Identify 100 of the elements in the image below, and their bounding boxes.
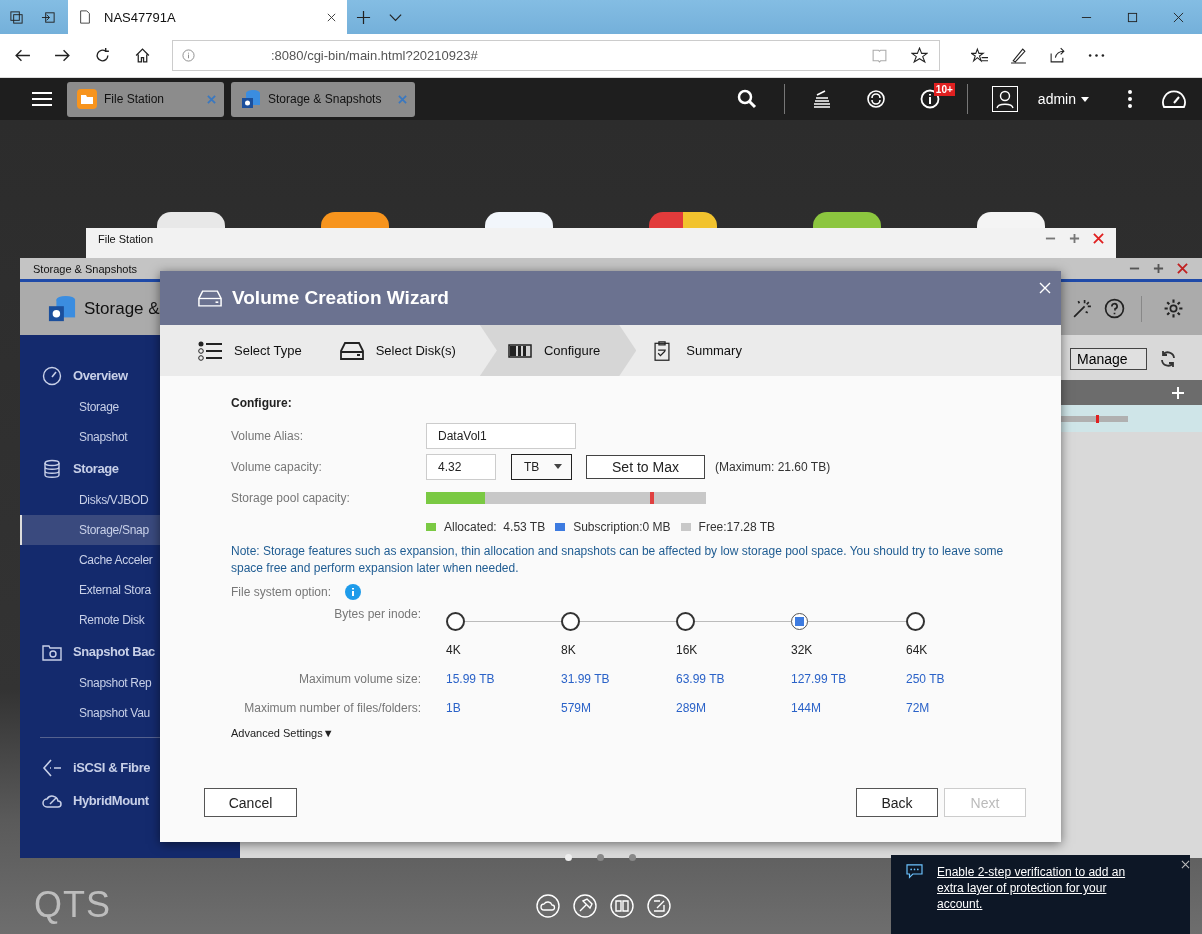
field-label: Maximum number of files/folders: [243,700,422,715]
menu-icon[interactable] [32,91,52,107]
wizard-step: Summary [636,325,766,376]
tab-title: NAS47791A [104,9,177,25]
app-tab[interactable]: Storage & Snapshots [231,81,415,117]
max-files-value: 144M [791,700,823,715]
inode-size-label: 4K [446,642,462,657]
window-title: File Station [98,232,154,245]
list-icon [198,340,222,361]
tabs-icon[interactable] [9,9,24,25]
app-title: Storage & [84,298,160,319]
advanced-settings-link[interactable]: Advanced Settings▼ [231,727,334,739]
max-files-value: 72M [906,700,931,715]
inode-size-label: 32K [791,642,814,657]
max-size-value: 127.99 TB [791,671,848,686]
app-tab[interactable]: File Station [67,81,224,117]
max-files-value: 289M [676,700,708,715]
database-icon [42,458,62,479]
browser-tab[interactable]: NAS47791A [68,0,347,34]
max-size-value: 15.99 TB [446,671,496,686]
forward-arrow-icon[interactable] [54,47,71,64]
share-icon[interactable] [1049,47,1066,64]
search-icon[interactable] [736,89,757,109]
help-icon[interactable] [1104,298,1125,319]
max-files-value: 579M [561,700,593,715]
hammer-icon[interactable] [573,894,597,918]
capacity-input[interactable]: 4.32 [426,453,496,480]
add-icon[interactable] [1171,385,1185,400]
back-button[interactable]: Back [856,788,938,817]
chat-icon [906,864,923,879]
drive-icon [339,340,364,361]
folder-icon [77,89,97,109]
inode-size-label: 16K [676,642,699,657]
maximize-icon[interactable] [1153,263,1164,274]
database-icon [48,294,76,323]
gauge-icon[interactable] [1161,88,1187,110]
legend-label: Subscription:0 MB [573,520,671,534]
maximize-icon[interactable] [1069,233,1080,244]
user-icon[interactable] [991,86,1018,112]
radio-button[interactable] [561,611,580,631]
new-tab-icon[interactable] [356,9,371,25]
sidebar-section[interactable]: Snapshot Bac [20,635,240,668]
favorites-icon[interactable] [971,47,988,64]
field-label: Storage pool capacity: [231,490,351,505]
legend-label: Allocated: 4.53 TB [444,520,546,534]
home-icon[interactable] [134,47,151,64]
sidebar-section[interactable]: iSCSI & Fibre [20,751,240,784]
page-dot[interactable] [565,854,572,861]
notification-badge: 10+ [933,83,955,96]
qts-logo: QTS [34,884,111,926]
settings-icon[interactable] [1163,298,1184,319]
radio-button[interactable] [906,611,925,631]
max-size-value: 31.99 TB [561,671,611,686]
radio-button[interactable] [791,612,808,630]
cancel-button[interactable]: Cancel [204,788,297,817]
field-label: File system option: [231,585,332,599]
page-dot[interactable] [629,854,636,861]
notification-link[interactable]: Enable 2-step verification to add an extra layer of protection for your account. [937,864,1137,912]
radio-button[interactable] [676,611,695,631]
star-icon[interactable] [911,47,928,64]
field-label: Maximum volume size: [297,671,422,686]
set-to-max-button[interactable]: Set to Max [586,454,705,479]
manage-button[interactable]: Manage [1070,348,1147,370]
unit-dropdown[interactable]: TB [511,453,572,480]
magic-wand-icon[interactable] [1072,298,1093,319]
max-files-value: 1B [446,700,462,715]
sync-icon[interactable] [865,89,886,109]
max-size-value: 250 TB [906,671,946,686]
close-icon[interactable] [1181,860,1190,869]
stack-icon[interactable] [811,89,832,109]
close-icon[interactable] [326,11,337,23]
maximum-text: (Maximum: 21.60 TB) [715,459,831,474]
alias-input[interactable]: DataVol1 [426,422,576,449]
edit-icon[interactable] [647,894,671,918]
refresh-icon[interactable] [1158,349,1178,369]
cloud-icon[interactable] [536,894,560,918]
pen-icon[interactable] [1010,47,1027,64]
close-icon[interactable] [1173,11,1184,23]
back-arrow-icon[interactable] [14,47,31,64]
user-menu-button[interactable]: admin [1029,91,1097,107]
book-icon[interactable] [610,894,634,918]
page-dot[interactable] [597,854,604,861]
capacity-bar [1060,415,1128,422]
address-field[interactable]: :8080/cgi-bin/main.html?20210923# [172,40,940,71]
dialog-title: Volume Creation Wizard [232,287,449,309]
section-title: Configure: [231,396,293,410]
field-label: Volume capacity: [231,459,323,474]
set-aside-tabs-icon[interactable] [41,9,56,25]
more-icon[interactable] [1127,89,1133,109]
refresh-icon[interactable] [94,47,111,64]
maximize-icon[interactable] [1127,11,1138,23]
url-text: :8080/cgi-bin/main.html?20210923# [271,48,478,63]
diamond-arrow-icon [42,757,62,778]
window-title: Storage & Snapshots [33,262,137,275]
field-label: Bytes per inode: [333,607,422,623]
radio-button[interactable] [446,611,465,631]
inode-size-label: 64K [906,642,929,657]
wizard-step: Configure [479,325,637,376]
close-icon[interactable] [1093,233,1104,244]
drive-icon [198,289,222,307]
